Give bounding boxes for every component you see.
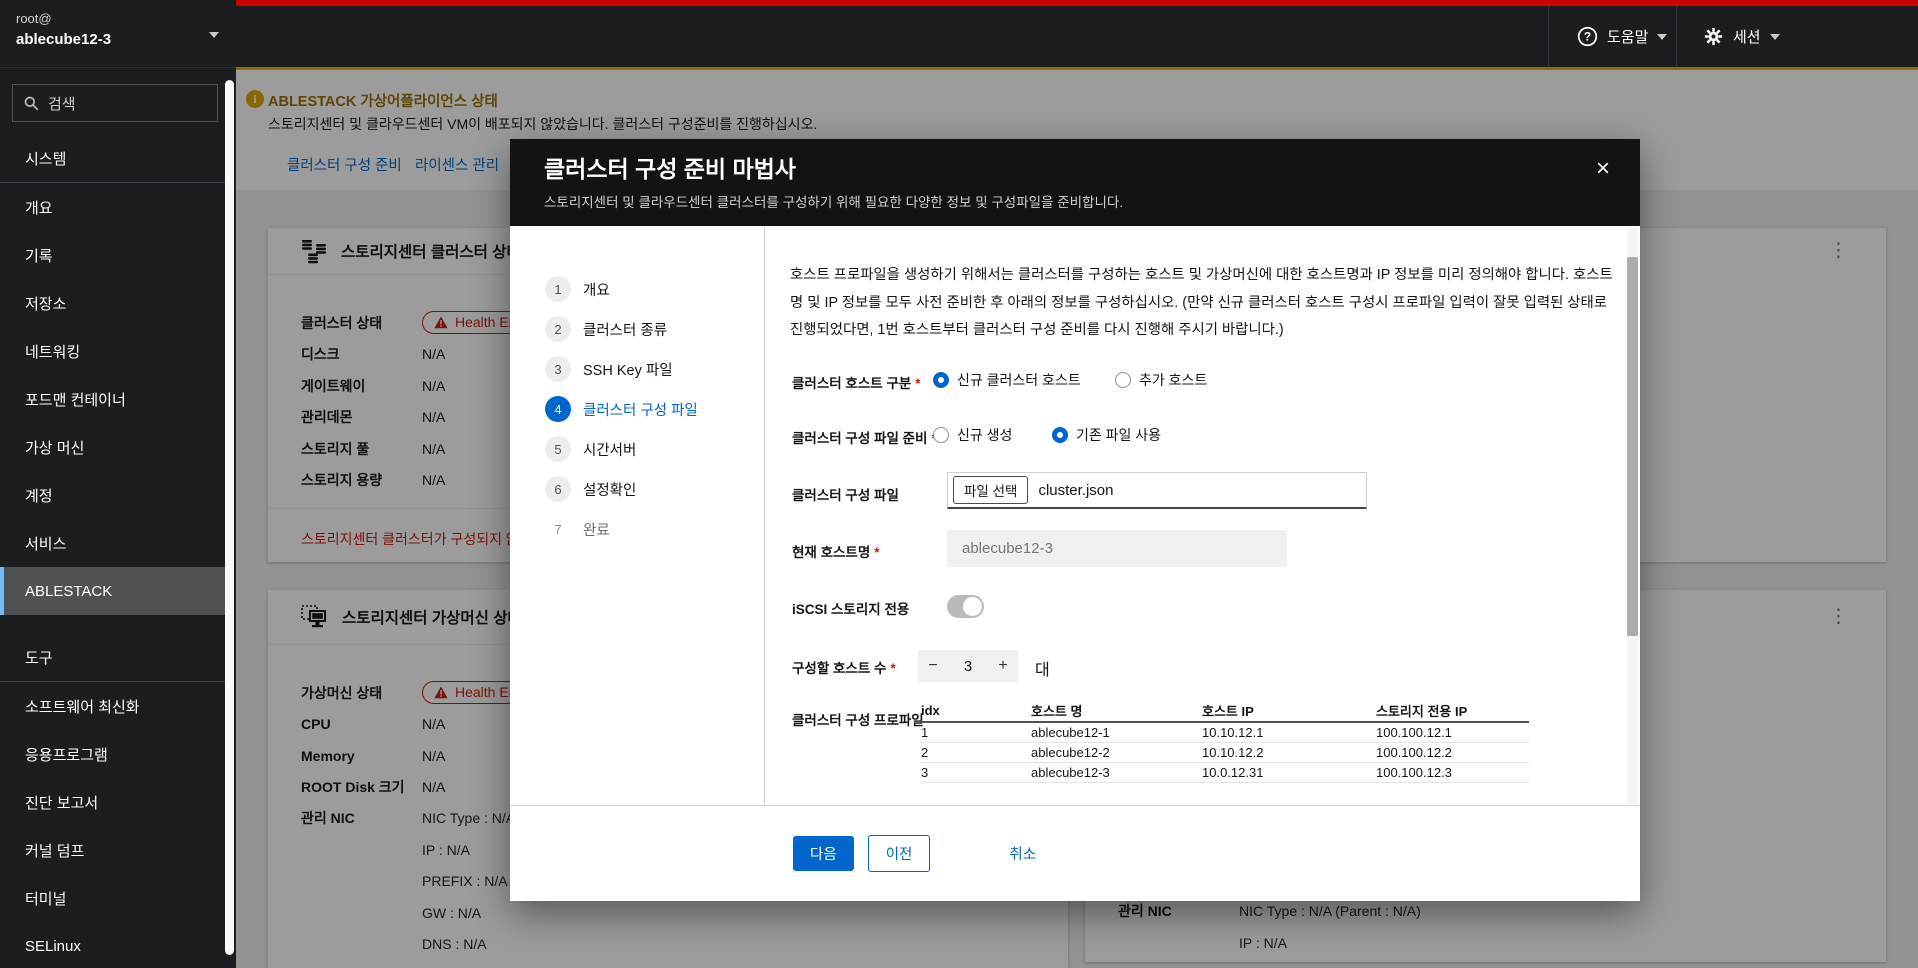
radio-icon (1115, 372, 1131, 388)
help-menu-button[interactable]: ? 도움말 (1577, 6, 1667, 67)
table-row: 1 ablecube12-1 10.10.12.1 100.100.12.1 (921, 723, 1529, 743)
sidebar-item-terminal[interactable]: 터미널 (0, 874, 225, 922)
search-placeholder: 검색 (48, 93, 76, 114)
radio-existing-file[interactable]: 기존 파일 사용 (1052, 424, 1161, 446)
masthead: ? 도움말 세션 (236, 0, 1918, 67)
wizard-step-2[interactable]: 2클러스터 종류 (510, 309, 764, 349)
modal-scrollbar-thumb[interactable] (1627, 257, 1638, 636)
host-count-value: 3 (948, 658, 988, 675)
sidebar-item-selinux[interactable]: SELinux (0, 922, 225, 968)
step-description: 호스트 프로파일을 생성하기 위해서는 클러스터를 구성하는 호스트 및 가상머… (790, 262, 1616, 345)
modal-body: 1개요 2클러스터 종류 3SSH Key 파일 4클러스터 구성 파일 5시간… (510, 226, 1640, 806)
close-icon[interactable]: × (1596, 157, 1610, 181)
sidebar-item-tools[interactable]: 도구 (0, 633, 225, 681)
sidebar-item-networking[interactable]: 네트워킹 (0, 327, 225, 375)
modal-subtitle: 스토리지센터 및 클라우드센터 클러스터를 구성하기 위해 필요한 다양한 정보… (544, 191, 1606, 211)
file-select-button[interactable]: 파일 선택 (953, 476, 1028, 504)
next-button[interactable]: 다음 (793, 836, 854, 871)
sidebar: root@ ablecube12-3 검색 시스템 개요 기록 저장소 네트워킹… (0, 0, 236, 968)
sidebar-nav: 시스템 개요 기록 저장소 네트워킹 포드맨 컨테이너 가상 머신 계정 서비스… (0, 134, 225, 968)
divider (1676, 6, 1677, 67)
sidebar-item-diagnostic-reports[interactable]: 진단 보고서 (0, 778, 225, 826)
modal-footer: 다음 이전 취소 (510, 806, 1640, 901)
radio-new-cluster-host[interactable]: 신규 클러스터 호스트 (933, 369, 1081, 391)
modal-header: 클러스터 구성 준비 마법사 스토리지센터 및 클라우드센터 클러스터를 구성하… (510, 139, 1640, 226)
cluster-profile-table: idx 호스트 명 호스트 IP 스토리지 전용 IP 1 ablecube12… (921, 700, 1529, 783)
modal-title: 클러스터 구성 준비 마법사 (544, 154, 1606, 184)
divider (1548, 6, 1549, 67)
sidebar-item-virtual-machines[interactable]: 가상 머신 (0, 423, 225, 471)
table-row: 3 ablecube12-3 10.0.12.31 100.100.12.3 (921, 763, 1529, 783)
wizard-step-3[interactable]: 3SSH Key 파일 (510, 349, 764, 389)
sidebar-item-logs[interactable]: 기록 (0, 231, 225, 279)
sidebar-item-applications[interactable]: 응용프로그램 (0, 730, 225, 778)
sidebar-item-software-updates[interactable]: 소프트웨어 최신화 (0, 682, 225, 730)
sidebar-item-overview[interactable]: 개요 (0, 183, 225, 231)
sidebar-item-services[interactable]: 서비스 (0, 519, 225, 567)
host-name: ablecube12-3 (16, 30, 220, 50)
sidebar-item-podman[interactable]: 포드맨 컨테이너 (0, 375, 225, 423)
sidebar-scrollbar[interactable] (225, 80, 234, 955)
search-icon (24, 96, 39, 111)
sidebar-item-kernel-dump[interactable]: 커널 덤프 (0, 826, 225, 874)
chevron-down-icon (1770, 34, 1780, 40)
cancel-button[interactable]: 취소 (992, 836, 1053, 871)
wizard-step-5[interactable]: 5시간서버 (510, 429, 764, 469)
wizard-step-content: 호스트 프로파일을 생성하기 위해서는 클러스터를 구성하는 호스트 및 가상머… (765, 226, 1640, 806)
radio-icon (933, 427, 949, 443)
field-label-profile: 클러스터 구성 프로파일 (792, 709, 924, 729)
chevron-down-icon (209, 32, 219, 38)
app-window: root@ ablecube12-3 검색 시스템 개요 기록 저장소 네트워킹… (0, 0, 1918, 968)
host-count-unit: 대 (1035, 656, 1050, 680)
sidebar-item-accounts[interactable]: 계정 (0, 471, 225, 519)
hostname-field-disabled: ablecube12-3 (947, 530, 1287, 567)
table-row: 2 ablecube12-2 10.10.12.2 100.100.12.2 (921, 743, 1529, 763)
search-input[interactable]: 검색 (12, 84, 218, 122)
help-icon: ? (1577, 26, 1598, 47)
field-label-host-type: 클러스터 호스트 구분* (792, 372, 921, 392)
spacer (0, 615, 225, 633)
sidebar-item-ablestack[interactable]: ABLESTACK (0, 567, 225, 615)
cluster-wizard-modal: 클러스터 구성 준비 마법사 스토리지센터 및 클라우드센터 클러스터를 구성하… (510, 139, 1640, 901)
radio-new-file[interactable]: 신규 생성 (933, 424, 1012, 446)
chevron-down-icon (1657, 34, 1667, 40)
wizard-step-1[interactable]: 1개요 (510, 269, 764, 309)
minus-button[interactable]: − (918, 657, 948, 675)
wizard-steps-nav: 1개요 2클러스터 종류 3SSH Key 파일 4클러스터 구성 파일 5시간… (510, 226, 765, 806)
session-menu-button[interactable]: 세션 (1703, 6, 1780, 67)
prev-button[interactable]: 이전 (868, 835, 931, 872)
table-header: idx 호스트 명 호스트 IP 스토리지 전용 IP (921, 700, 1529, 723)
host-user: root@ (16, 11, 220, 27)
wizard-step-4-current[interactable]: 4클러스터 구성 파일 (510, 389, 764, 429)
wizard-step-6[interactable]: 6설정확인 (510, 469, 764, 509)
file-name: cluster.json (1038, 482, 1113, 499)
host-count-stepper[interactable]: − 3 + (918, 650, 1018, 682)
field-label-hostname: 현재 호스트명* (792, 541, 880, 561)
field-label-file-prep: 클러스터 구성 파일 준비* (792, 427, 937, 447)
iscsi-toggle[interactable] (947, 595, 984, 618)
wizard-step-7[interactable]: 7완료 (510, 509, 764, 549)
svg-text:?: ? (1584, 30, 1591, 44)
radio-icon (1052, 427, 1068, 443)
field-label-iscsi: iSCSI 스토리지 전용 (792, 598, 909, 618)
sidebar-item-system[interactable]: 시스템 (0, 134, 225, 182)
radio-additional-host[interactable]: 추가 호스트 (1115, 369, 1207, 391)
file-upload-input[interactable]: 파일 선택 cluster.json (947, 472, 1367, 509)
host-switcher[interactable]: root@ ablecube12-3 (0, 0, 236, 68)
gear-icon (1703, 26, 1724, 47)
field-label-config-file: 클러스터 구성 파일 (792, 484, 899, 504)
toggle-knob (963, 597, 982, 616)
field-label-host-count: 구성할 호스트 수* (792, 657, 896, 677)
plus-button[interactable]: + (988, 657, 1018, 675)
radio-icon (933, 372, 949, 388)
sidebar-item-storage[interactable]: 저장소 (0, 279, 225, 327)
